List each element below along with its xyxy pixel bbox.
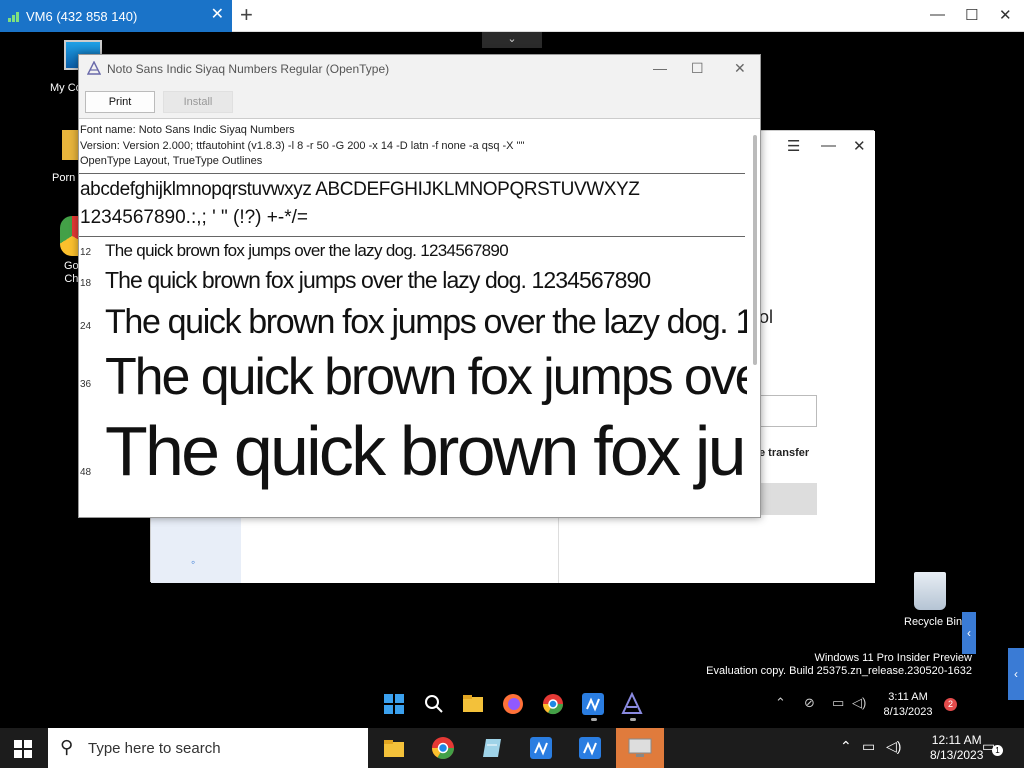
new-tab-button[interactable]: + <box>240 4 253 26</box>
desktop-icon-label[interactable]: Porn <box>52 172 75 184</box>
search-icon[interactable] <box>422 692 446 716</box>
sample-row: 18 The quick brown fox jumps over the la… <box>79 265 747 301</box>
windows-start-icon[interactable] <box>14 740 32 758</box>
text-input[interactable] <box>759 395 817 427</box>
host-clock-time: 12:11 AM <box>931 733 982 747</box>
title-bar: Noto Sans Indic Siyaq Numbers Regular (O… <box>79 55 760 83</box>
font-viewer-window[interactable]: Noto Sans Indic Siyaq Numbers Regular (O… <box>78 54 761 518</box>
version-line: Version: Version 2.000; ttfautohint (v1.… <box>80 139 525 152</box>
outline-line: OpenType Layout, TrueType Outlines <box>80 155 263 167</box>
host-clock-date: 8/13/2023 <box>930 748 984 762</box>
host-clock[interactable]: 12:11 AM 8/13/2023 <box>930 733 983 763</box>
sample-text: The quick brown fox jumps over the lazy … <box>105 266 651 293</box>
notification-badge[interactable]: 2 <box>944 698 957 711</box>
volume-icon[interactable]: ◁) <box>886 738 901 755</box>
minimize-button[interactable]: — <box>653 60 667 76</box>
install-button[interactable]: Install <box>163 91 233 113</box>
notepad-icon[interactable] <box>476 732 508 764</box>
charset-symbols: 1234567890.:,; ' " (!?) +-*/= <box>80 206 308 228</box>
partial-label: e transfer <box>759 447 810 459</box>
close-window-button[interactable]: ✕ <box>999 6 1012 24</box>
host-tab-bar: VM6 (432 858 140) ✕ + — ☐ ✕ <box>0 0 1024 32</box>
toolbar: Print Install <box>79 83 760 119</box>
sample-row: 24 The quick brown fox jumps over the la… <box>79 301 747 341</box>
recycle-bin-label[interactable]: Recycle Bin <box>904 616 962 628</box>
sample-size: 24 <box>80 320 92 332</box>
font-app-icon <box>87 61 101 75</box>
chrome-icon[interactable] <box>427 732 459 764</box>
minimize-button[interactable]: — <box>930 6 945 23</box>
sample-text: The quick brown fox jumps over the lazy … <box>105 240 509 260</box>
font-name-line: Font name: Noto Sans Indic Siyaq Numbers <box>80 124 295 136</box>
scrollbar[interactable] <box>753 135 757 365</box>
file-explorer-icon[interactable] <box>461 692 485 716</box>
remote-desktop-icon[interactable] <box>616 728 664 768</box>
running-indicator <box>591 718 597 721</box>
watermark-line: Evaluation copy. Build 25375.zn_release.… <box>706 665 972 677</box>
font-viewer-icon[interactable] <box>620 692 644 716</box>
sample-size: 48 <box>80 466 92 478</box>
sample-row: 36 The quick brown fox jumps over the la… <box>79 341 747 407</box>
print-button[interactable]: Print <box>85 91 155 113</box>
network-icon[interactable]: ▭ <box>862 738 875 755</box>
app-a-icon[interactable] <box>574 732 606 764</box>
partial-label: ol <box>759 307 774 327</box>
desktop-icon-label[interactable]: Go Ch <box>64 260 79 286</box>
network-icon[interactable]: ▭ <box>832 695 844 711</box>
notification-count: 1 <box>992 745 1003 756</box>
onedrive-offline-icon[interactable]: ⊘ <box>804 695 815 711</box>
sample-row: 12 The quick brown fox jumps over the la… <box>79 237 747 265</box>
file-explorer-icon[interactable] <box>378 732 410 764</box>
chevron-left-icon[interactable]: ‹ <box>1008 648 1024 700</box>
sample-row: 48 The quick brown fox jumps over the la… <box>79 407 747 490</box>
menu-icon[interactable]: ☰ <box>787 137 800 155</box>
font-preview: Font name: Noto Sans Indic Siyaq Numbers… <box>79 121 747 517</box>
vm-clock-time: 3:11 AM <box>888 691 928 703</box>
close-button[interactable]: ✕ <box>734 60 746 77</box>
vm-clock[interactable]: 3:11 AM 8/13/2023 <box>876 690 940 720</box>
action-button[interactable] <box>759 483 817 515</box>
minimize-button[interactable]: — <box>821 137 836 154</box>
window-title: Noto Sans Indic Siyaq Numbers Regular (O… <box>107 62 390 76</box>
app-a-icon[interactable] <box>581 692 605 716</box>
chevron-left-icon[interactable]: ‹ <box>962 612 976 654</box>
charset-letters: abcdefghijklmnopqrstuvwxyz ABCDEFGHIJKLM… <box>80 178 640 200</box>
wifi-icon: ◦ <box>191 555 196 569</box>
signal-icon <box>8 10 22 22</box>
sample-size: 12 <box>80 246 92 258</box>
sample-text: The quick brown fox jumps over the lazy … <box>105 302 747 341</box>
maximize-button[interactable]: ☐ <box>965 6 978 24</box>
chevron-up-icon[interactable]: ⌃ <box>840 738 852 755</box>
vm-tab-title: VM6 (432 858 140) <box>26 8 138 24</box>
sample-text: The quick brown fox jumps over the lazy … <box>105 411 747 490</box>
notification-center-icon[interactable]: ▭ 1 <box>982 738 1003 756</box>
desktop-icon-label[interactable]: My Co <box>50 82 82 94</box>
close-tab-icon[interactable]: ✕ <box>211 7 224 23</box>
firefox-icon[interactable] <box>501 692 525 716</box>
volume-icon[interactable]: ◁) <box>852 695 866 711</box>
maximize-button[interactable]: ☐ <box>691 60 704 77</box>
chevron-down-icon[interactable]: ⌄ <box>482 32 542 48</box>
vm-clock-date: 8/13/2023 <box>883 706 933 718</box>
windows-start-icon[interactable] <box>382 692 406 716</box>
app-a-icon[interactable] <box>525 732 557 764</box>
taskbar-search-box[interactable]: ⚲ Type here to search <box>48 728 368 768</box>
recycle-bin-icon[interactable] <box>914 572 946 610</box>
sample-size: 18 <box>80 277 92 289</box>
vm-tab[interactable]: VM6 (432 858 140) ✕ <box>0 0 232 32</box>
running-indicator <box>630 718 636 721</box>
chevron-up-icon[interactable]: ⌃ <box>775 695 786 711</box>
watermark-line: Windows 11 Pro Insider Preview <box>814 652 972 664</box>
sample-text: The quick brown fox jumps over the lazy … <box>105 347 747 406</box>
search-placeholder: Type here to search <box>88 740 221 757</box>
search-icon: ⚲ <box>60 737 74 757</box>
chrome-icon[interactable] <box>541 692 565 716</box>
close-button[interactable]: ✕ <box>853 137 866 155</box>
sample-size: 36 <box>80 378 92 390</box>
